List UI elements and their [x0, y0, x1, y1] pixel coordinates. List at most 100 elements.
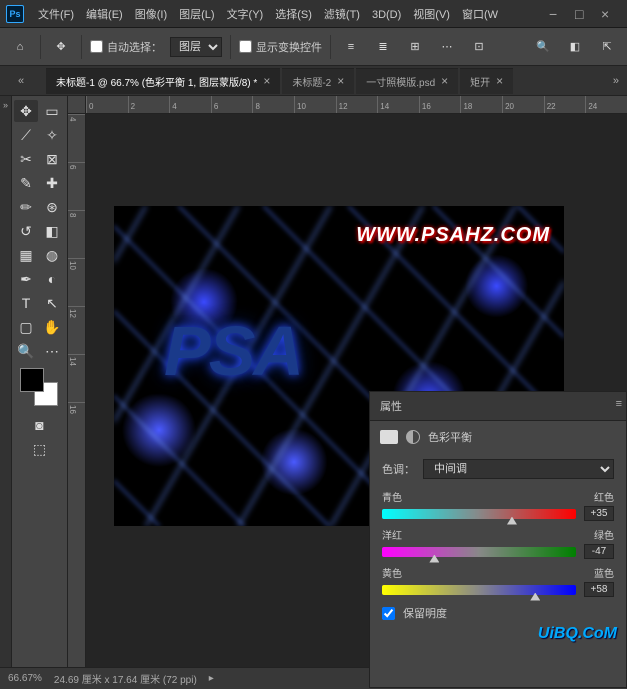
- path-select-tool[interactable]: ↖: [40, 292, 64, 314]
- screenmode-tool[interactable]: ⬚: [28, 438, 52, 460]
- tab-close-icon[interactable]: ×: [263, 74, 270, 88]
- stamp-tool[interactable]: ⊛: [40, 196, 64, 218]
- tone-row: 色调： 中间调: [370, 453, 626, 485]
- close-button[interactable]: ×: [601, 8, 613, 20]
- menu-item[interactable]: 视图(V): [407, 5, 456, 25]
- tone-dropdown[interactable]: 中间调: [423, 459, 614, 479]
- ruler-corner: [68, 96, 86, 114]
- frame-tool[interactable]: ⊠: [40, 148, 64, 170]
- minimize-button[interactable]: −: [549, 8, 561, 20]
- preserve-luminosity-checkbox[interactable]: [382, 607, 395, 620]
- zoom-tool[interactable]: 🔍: [14, 340, 38, 362]
- dodge-tool[interactable]: ◐: [40, 268, 64, 290]
- home-icon[interactable]: ⌂: [8, 35, 32, 59]
- tabs-chevron-right-icon[interactable]: »: [605, 75, 627, 87]
- eyedropper-tool[interactable]: ✎: [14, 172, 38, 194]
- menu-item[interactable]: 文件(F): [32, 5, 80, 25]
- panel-menu-icon[interactable]: ≡: [616, 398, 622, 410]
- heal-tool[interactable]: ✚: [40, 172, 64, 194]
- document-tab[interactable]: 矩开 ×: [460, 68, 513, 94]
- app-icon: Ps: [6, 5, 24, 23]
- panel-collapse-strip[interactable]: »: [0, 96, 12, 667]
- gradient-tool[interactable]: ▦: [14, 244, 38, 266]
- menu-item[interactable]: 窗口(W: [456, 5, 504, 25]
- auto-select-dropdown[interactable]: 图层: [170, 37, 222, 57]
- marquee-tool[interactable]: ▭: [40, 100, 64, 122]
- slider-value[interactable]: -47: [584, 544, 614, 559]
- menu-item[interactable]: 图像(I): [129, 5, 173, 25]
- lasso-tool[interactable]: ⟋: [14, 124, 38, 146]
- panel-tab-properties[interactable]: 属性 ≡: [370, 392, 626, 421]
- menu-items: 文件(F)编辑(E)图像(I)图层(L)文字(Y)选择(S)滤镜(T)3D(D)…: [32, 6, 504, 22]
- adjustment-icon: [380, 430, 398, 444]
- tab-label: 矩开: [470, 74, 490, 89]
- canvas-psa-text: PSA: [164, 311, 302, 391]
- align-icon[interactable]: ≡: [339, 35, 363, 59]
- panel-title: 色彩平衡: [428, 429, 472, 445]
- move-tool-icon[interactable]: ✥: [49, 35, 73, 59]
- slider-track[interactable]: [382, 585, 576, 595]
- share-icon[interactable]: ⇱: [595, 35, 619, 59]
- menu-item[interactable]: 选择(S): [269, 5, 318, 25]
- tabs-chevron-left-icon[interactable]: «: [18, 75, 24, 87]
- brush-tool[interactable]: ✏: [14, 196, 38, 218]
- menu-bar: Ps 文件(F)编辑(E)图像(I)图层(L)文字(Y)选择(S)滤镜(T)3D…: [0, 0, 627, 28]
- magic-wand-tool[interactable]: ✧: [40, 124, 64, 146]
- menu-item[interactable]: 编辑(E): [80, 5, 129, 25]
- canvas-url-text: WWW.PSAHZ.COM: [356, 224, 550, 247]
- distribute-icon[interactable]: ⊞: [403, 35, 427, 59]
- tab-close-icon[interactable]: ×: [337, 74, 344, 88]
- slider-value[interactable]: +35: [584, 506, 614, 521]
- slider-thumb[interactable]: [429, 555, 439, 563]
- show-transform-label: 显示变换控件: [256, 39, 322, 55]
- crop-tool[interactable]: ✂: [14, 148, 38, 170]
- tab-label: 未标题-1 @ 66.7% (色彩平衡 1, 图层蒙版/8) *: [56, 74, 257, 89]
- color-slider-row: 洋红 绿色 -47: [370, 523, 626, 561]
- window-controls: − □ ×: [549, 8, 621, 20]
- mode-icon[interactable]: ⊡: [467, 35, 491, 59]
- document-tab[interactable]: 一寸照模版.psd×: [356, 68, 458, 94]
- document-tab[interactable]: 未标题-2×: [282, 68, 354, 94]
- ruler-horizontal: 024681012141618202224: [86, 96, 627, 114]
- slider-thumb[interactable]: [507, 517, 517, 525]
- move-tool[interactable]: ✥: [14, 100, 38, 122]
- document-tab[interactable]: 未标题-1 @ 66.7% (色彩平衡 1, 图层蒙版/8) * ×: [46, 68, 280, 94]
- menu-item[interactable]: 滤镜(T): [318, 5, 366, 25]
- quickmask-tool[interactable]: ◙: [28, 414, 52, 436]
- slider-label-left: 青色: [382, 489, 402, 504]
- maximize-button[interactable]: □: [575, 8, 587, 20]
- tab-close-icon[interactable]: ×: [441, 74, 448, 88]
- align-icon[interactable]: ≣: [371, 35, 395, 59]
- color-swatches[interactable]: [20, 368, 60, 408]
- auto-select-label: 自动选择：: [107, 39, 162, 55]
- show-transform-checkbox[interactable]: 显示变换控件: [239, 39, 322, 55]
- slider-thumb[interactable]: [530, 593, 540, 601]
- more-icon[interactable]: ⋯: [435, 35, 459, 59]
- eraser-tool[interactable]: ◧: [40, 220, 64, 242]
- preserve-luminosity-row[interactable]: 保留明度: [370, 599, 626, 627]
- slider-track[interactable]: [382, 509, 576, 519]
- blur-tool[interactable]: ◍: [40, 244, 64, 266]
- status-chevron-icon[interactable]: ▸: [209, 673, 214, 684]
- search-icon[interactable]: 🔍: [531, 35, 555, 59]
- history-brush-tool[interactable]: ↺: [14, 220, 38, 242]
- toolbox: ✥▭ ⟋✧ ✂⊠ ✎✚ ✏⊛ ↺◧ ▦◍ ✒◐ T↖ ▢✋ 🔍⋯ ◙ ⬚: [12, 96, 68, 667]
- view-icon[interactable]: ◧: [563, 35, 587, 59]
- zoom-level[interactable]: 66.67%: [8, 673, 42, 684]
- hand-tool[interactable]: ✋: [40, 316, 64, 338]
- slider-value[interactable]: +58: [584, 582, 614, 597]
- slider-label-left: 洋红: [382, 527, 402, 542]
- menu-item[interactable]: 3D(D): [366, 5, 407, 25]
- pen-tool[interactable]: ✒: [14, 268, 38, 290]
- foreground-swatch[interactable]: [20, 368, 44, 392]
- more-tools[interactable]: ⋯: [40, 340, 64, 362]
- tab-close-icon[interactable]: ×: [496, 74, 503, 88]
- menu-item[interactable]: 文字(Y): [221, 5, 270, 25]
- menu-item[interactable]: 图层(L): [173, 5, 220, 25]
- slider-track[interactable]: [382, 547, 576, 557]
- text-tool[interactable]: T: [14, 292, 38, 314]
- auto-select-checkbox[interactable]: 自动选择：: [90, 39, 162, 55]
- document-tabs: « 未标题-1 @ 66.7% (色彩平衡 1, 图层蒙版/8) *×未标题-2…: [0, 66, 627, 96]
- shape-tool[interactable]: ▢: [14, 316, 38, 338]
- options-bar: ⌂ ✥ 自动选择： 图层 显示变换控件 ≡ ≣ ⊞ ⋯ ⊡ 🔍 ◧ ⇱: [0, 28, 627, 66]
